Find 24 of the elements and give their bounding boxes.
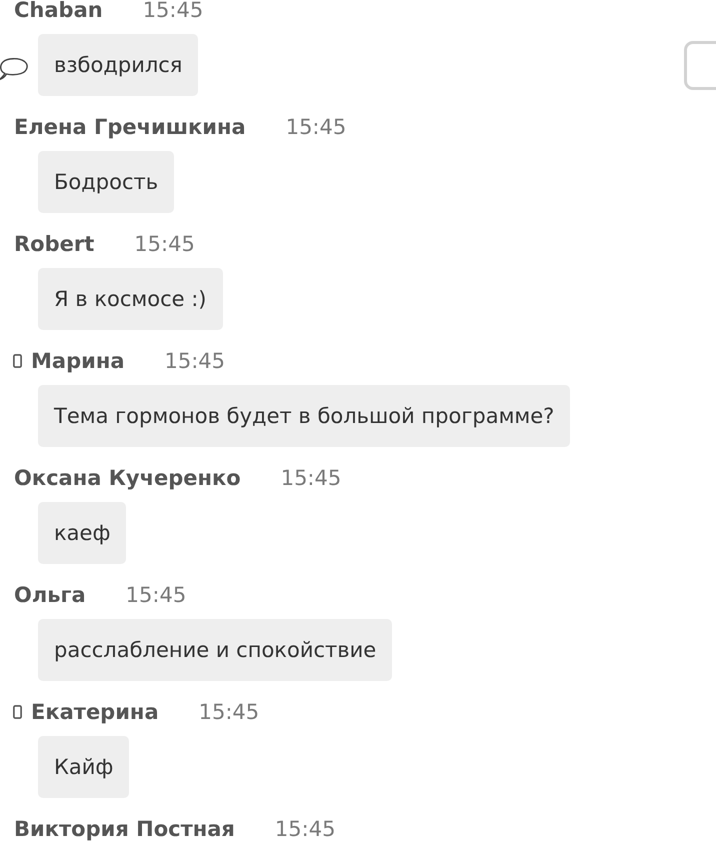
speech-bubble-icon[interactable] (0, 56, 29, 80)
message-bubble: Я в космосе :) (38, 268, 222, 330)
message-time: 15:45 (126, 583, 186, 607)
message-time: 15:45 (286, 115, 346, 139)
message-bubble: Кайф (38, 736, 130, 798)
author-name: Екатерина (31, 700, 159, 724)
message-bubble: Тема гормонов будет в большой программе? (38, 385, 570, 447)
author-name: Марина (31, 349, 124, 373)
message-time: 15:45 (280, 466, 342, 490)
message-bubble: расслабление и спокойствие (38, 619, 392, 681)
message-bubble: каеф (38, 502, 126, 564)
message-time: 15:45 (134, 232, 195, 256)
author-name: Chaban (14, 0, 103, 22)
author-name: Виктория Постная (14, 817, 235, 841)
message-time: 15:45 (198, 700, 260, 724)
message-bubble: взбодрился (38, 34, 198, 96)
author-name: Ольга (14, 583, 86, 607)
message-time: 15:45 (142, 0, 204, 22)
message-bubble: Бодрость (38, 151, 174, 213)
author-name: Оксана Кучеренко (14, 466, 241, 490)
message-time: 15:45 (164, 349, 226, 373)
author-name: Елена Гречишкина (14, 115, 246, 139)
author-name: Robert (14, 232, 94, 256)
message-time: 15:45 (274, 817, 336, 841)
